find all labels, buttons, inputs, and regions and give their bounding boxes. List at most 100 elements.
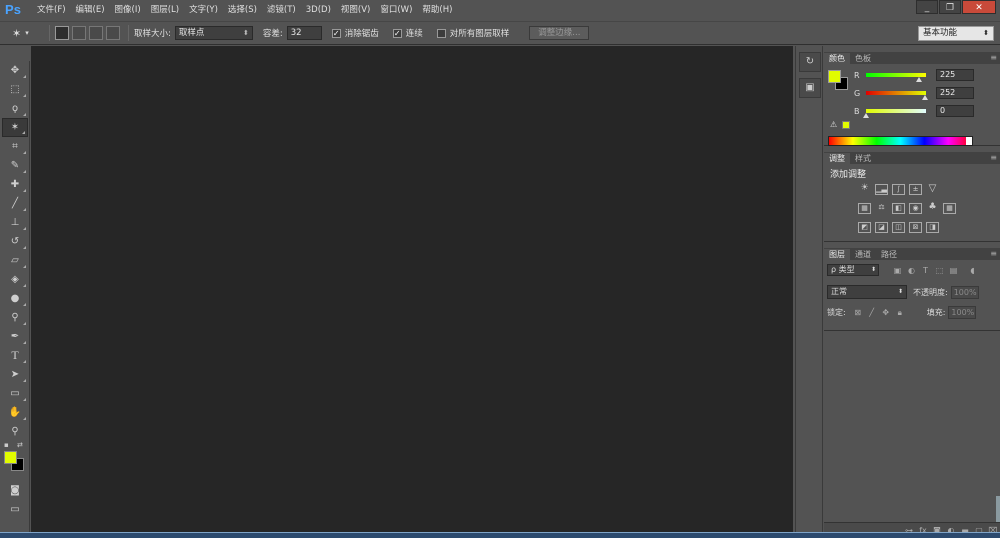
menu-image[interactable]: 图像(I) [110, 0, 146, 20]
shape-tool[interactable]: ▭ [2, 384, 28, 403]
contiguous-option[interactable]: ✓ 连续 [392, 27, 427, 39]
panel-menu-icon[interactable]: ≡ [990, 152, 997, 163]
antialias-option[interactable]: ✓ 消除锯齿 [331, 27, 383, 39]
close-button[interactable]: ✕ [962, 0, 996, 14]
add-selection-button[interactable] [72, 26, 86, 40]
tab-color[interactable]: 颜色 [824, 53, 850, 64]
zoom-tool[interactable]: ⚲ [2, 422, 28, 441]
paint-bucket-tool[interactable]: ◈ [2, 270, 28, 289]
lasso-tool[interactable]: ϙ [2, 99, 28, 118]
panel-menu-icon[interactable]: ≡ [990, 52, 997, 63]
tab-adjustments[interactable]: 调整 [824, 153, 850, 164]
subtract-selection-button[interactable] [89, 26, 103, 40]
filter-toggle-icon[interactable]: ◖ [968, 266, 977, 275]
menu-edit[interactable]: 编辑(E) [71, 0, 110, 20]
antialias-checkbox[interactable]: ✓ [331, 28, 341, 38]
color-balance-icon[interactable]: ⚖ [875, 203, 888, 214]
exposure-icon[interactable]: ± [909, 184, 922, 195]
green-thumb[interactable] [922, 95, 929, 100]
brightness-contrast-icon[interactable]: ☀ [858, 184, 871, 195]
lock-pixels-icon[interactable]: ╱ [867, 308, 877, 318]
path-selection-tool[interactable]: ➤ [2, 365, 28, 384]
selective-color-icon[interactable]: ◨ [926, 222, 939, 233]
history-brush-tool[interactable]: ↺ [2, 232, 28, 251]
menu-view[interactable]: 视图(V) [336, 0, 375, 20]
menu-filter[interactable]: 滤镜(T) [262, 0, 301, 20]
color-spectrum-bar[interactable] [828, 136, 973, 146]
eyedropper-tool[interactable]: ✎ [2, 156, 28, 175]
type-tool[interactable]: T [2, 346, 28, 365]
curves-icon[interactable]: ∫ [892, 184, 905, 195]
workspace-select[interactable]: 基本功能 ⬍ [918, 26, 994, 41]
move-tool[interactable]: ✥ [2, 61, 28, 80]
crop-tool[interactable]: ⌗ [2, 137, 28, 156]
sample-size-select[interactable]: 取样点 ⬍ [174, 26, 253, 40]
tool-preset-picker[interactable]: ✶ ▾ [0, 27, 44, 40]
adjustment-filter-icon[interactable]: ◐ [907, 266, 916, 275]
pixel-filter-icon[interactable]: ▣ [893, 266, 902, 275]
pen-tool[interactable]: ✒ [2, 327, 28, 346]
smart-object-filter-icon[interactable]: ▤ [949, 266, 958, 275]
layer-filter-select[interactable]: ρ 类型 ⬍ [827, 264, 879, 276]
magic-wand-tool[interactable]: ✶ [2, 118, 28, 137]
default-colors-icon[interactable]: ▪ [4, 441, 9, 449]
blur-tool[interactable]: ● [2, 289, 28, 308]
panel-menu-icon[interactable]: ≡ [990, 248, 997, 259]
blue-value-input[interactable]: 0 [936, 105, 974, 117]
layers-list[interactable] [824, 330, 1000, 536]
green-value-input[interactable]: 252 [936, 87, 974, 99]
quick-mask-button[interactable]: ◙ [2, 481, 28, 500]
menu-type[interactable]: 文字(Y) [184, 0, 223, 20]
levels-icon[interactable]: ▁▃ [875, 184, 888, 195]
contiguous-checkbox[interactable]: ✓ [392, 28, 402, 38]
black-white-icon[interactable]: ◧ [892, 203, 905, 214]
menu-layer[interactable]: 图层(L) [146, 0, 184, 20]
healing-brush-tool[interactable]: ✚ [2, 175, 28, 194]
brush-tool[interactable]: ╱ [2, 194, 28, 213]
gradient-map-icon[interactable]: ⊠ [909, 222, 922, 233]
posterize-icon[interactable]: ◪ [875, 222, 888, 233]
blue-track[interactable] [863, 109, 926, 118]
all-layers-option[interactable]: 对所有图层取样 [436, 27, 514, 39]
menu-file[interactable]: 文件(F) [32, 0, 71, 20]
intersect-selection-button[interactable] [106, 26, 120, 40]
gamut-warning-icon[interactable]: ⚠ [830, 120, 837, 129]
color-lookup-icon[interactable]: ▦ [943, 203, 956, 214]
hand-tool[interactable]: ✋ [2, 403, 28, 422]
menu-select[interactable]: 选择(S) [223, 0, 262, 20]
hue-saturation-icon[interactable]: ▦ [858, 203, 871, 214]
marquee-tool[interactable]: ⬚ [2, 80, 28, 99]
swap-colors-icon[interactable]: ⇄ [17, 441, 23, 449]
dodge-tool[interactable]: ⚲ [2, 308, 28, 327]
opacity-input[interactable]: 100% [950, 285, 979, 299]
lock-position-icon[interactable]: ✥ [881, 308, 891, 318]
tab-channels[interactable]: 通道 [850, 249, 876, 260]
new-selection-button[interactable] [55, 26, 69, 40]
vibrance-icon[interactable]: ▽ [926, 184, 939, 195]
foreground-color-swatch[interactable] [828, 70, 841, 83]
foreground-color-swatch[interactable] [4, 451, 17, 464]
tab-swatches[interactable]: 色板 [850, 53, 876, 64]
red-track[interactable] [866, 73, 926, 82]
invert-icon[interactable]: ◩ [858, 222, 871, 233]
properties-panel-button[interactable]: ▣ [799, 78, 821, 98]
eraser-tool[interactable]: ▱ [2, 251, 28, 270]
channel-mixer-icon[interactable]: ♣ [926, 203, 939, 214]
green-track[interactable] [866, 91, 929, 100]
lock-transparent-icon[interactable]: ⊠ [853, 308, 863, 318]
refine-edge-button[interactable]: 调整边缘... [529, 26, 590, 40]
blue-thumb[interactable] [863, 113, 869, 118]
photo-filter-icon[interactable]: ◉ [909, 203, 922, 214]
all-layers-checkbox[interactable] [436, 28, 446, 38]
screen-mode-button[interactable]: ▭ [2, 500, 28, 519]
minimize-button[interactable]: _ [916, 0, 938, 14]
threshold-icon[interactable]: ◫ [892, 222, 905, 233]
menu-window[interactable]: 窗口(W) [375, 0, 417, 20]
tolerance-input[interactable]: 32 [286, 26, 322, 40]
fill-input[interactable]: 100% [948, 306, 977, 319]
blend-mode-select[interactable]: 正常 ⬍ [827, 285, 907, 299]
restore-button[interactable]: ❐ [939, 0, 961, 14]
menu-3d[interactable]: 3D(D) [301, 0, 336, 20]
shape-filter-icon[interactable]: ⬚ [935, 266, 944, 275]
type-filter-icon[interactable]: T [921, 266, 930, 275]
